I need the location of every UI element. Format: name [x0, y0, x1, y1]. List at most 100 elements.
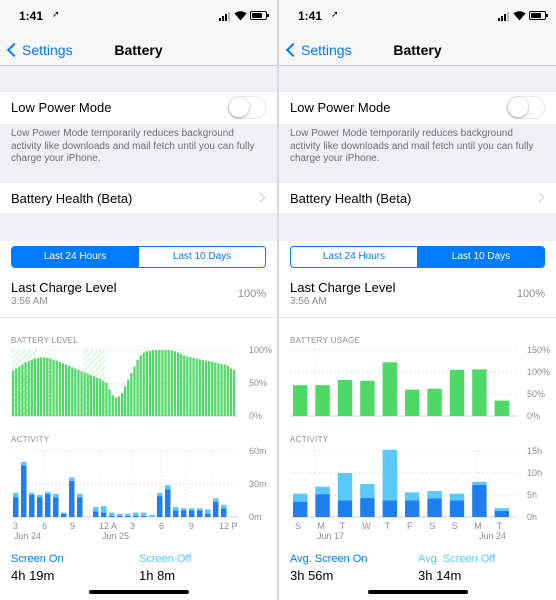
battery-level-bar: [195, 358, 198, 416]
battery-level-bar: [74, 368, 77, 416]
toggle-knob: [508, 97, 528, 117]
low-power-mode-toggle[interactable]: [507, 96, 545, 119]
battery-level-bar: [155, 350, 158, 416]
y-tick-label: 30m: [249, 479, 267, 489]
screen-off-bar: [213, 498, 219, 502]
chevron-right-icon: [534, 192, 545, 203]
screen-off-bar: [101, 506, 107, 513]
tab-last-24-hours[interactable]: Last 24 Hours: [291, 247, 417, 267]
low-power-mode-footnote: Low Power Mode temporarily reduces backg…: [290, 128, 534, 164]
screen-on-bar: [117, 515, 123, 517]
screen-on-bar: [69, 480, 75, 517]
screen-off-bar: [165, 485, 171, 490]
x-tick-label: W: [362, 521, 371, 531]
battery-level-bar: [127, 379, 130, 416]
battery-level-bar: [167, 350, 170, 416]
x-tick-label: 12 P: [219, 521, 238, 531]
battery-level-bar: [15, 368, 18, 416]
screen-off-bar: [69, 477, 75, 481]
battery-level-bar: [64, 364, 68, 416]
x-tick-label: 3: [13, 521, 18, 531]
screen-off-bar: [382, 449, 397, 501]
toggle-knob: [229, 97, 249, 117]
tab-last-24-hours[interactable]: Last 24 Hours: [12, 247, 138, 267]
screen-off-bar: [189, 508, 195, 511]
screen-on-label: Screen On: [11, 553, 64, 565]
battery-health-row[interactable]: Battery Health (Beta): [279, 183, 556, 213]
tab-last-10-days[interactable]: Last 10 Days: [138, 247, 265, 267]
battery-level-bar: [55, 360, 58, 416]
x-sublabel: Jun 17: [317, 531, 344, 541]
usage-panel: Last 24 Hours Last 10 Days Last Charge L…: [279, 241, 556, 600]
battery-level-bar: [58, 361, 61, 416]
battery-level-bar: [208, 361, 211, 416]
battery-level-bar: [21, 364, 24, 416]
battery-level-bar: [152, 350, 155, 416]
location-icon: ➚: [331, 9, 339, 19]
battery-level-bar: [77, 369, 80, 416]
screen-off-bar: [77, 493, 83, 498]
screen-on-bar: [360, 498, 375, 517]
x-tick-label: T: [385, 521, 391, 531]
screen-on-bar: [77, 497, 83, 517]
battery-level-bar: [204, 360, 208, 416]
battery-level-bar: [130, 373, 133, 416]
screen-off-bar: [405, 492, 420, 501]
battery-health-row[interactable]: Battery Health (Beta): [0, 183, 277, 213]
last-charge-value: 100%: [516, 288, 545, 300]
home-indicator[interactable]: [368, 590, 468, 594]
battery-level-bar: [229, 368, 233, 416]
y-tick-label: 60m: [249, 446, 267, 456]
avg-screen-off-label: Avg. Screen Off: [418, 553, 496, 565]
status-time: 1:41: [19, 9, 44, 23]
x-tick-label: M: [474, 521, 482, 531]
screen-on-bar: [205, 513, 211, 517]
screen-off-bar: [149, 514, 155, 517]
screen-off-bar: [93, 507, 99, 512]
battery-level-bar: [139, 355, 142, 416]
battery-usage-bar: [494, 400, 509, 416]
x-tick-label: M: [317, 521, 325, 531]
low-power-mode-footnote: Low Power Mode temporarily reduces backg…: [11, 128, 255, 164]
low-power-mode-toggle[interactable]: [228, 96, 266, 119]
battery-usage-chart: 150% 100% 50% 0%: [290, 345, 550, 421]
battery-level-bar: [124, 386, 127, 416]
battery-level-bar: [226, 365, 229, 416]
battery-level-bar: [211, 361, 214, 416]
battery-level-bar: [36, 357, 40, 416]
location-icon: ➚: [52, 9, 60, 19]
low-power-mode-label: Low Power Mode: [11, 100, 112, 115]
home-indicator[interactable]: [89, 590, 189, 594]
status-time: 1:41: [298, 9, 323, 23]
battery-level-bar: [80, 371, 83, 416]
screen-on-bar: [337, 500, 353, 517]
x-tick-label: 6: [159, 521, 164, 531]
battery-usage-bar: [293, 385, 308, 416]
y-tick-label: 100%: [527, 367, 550, 377]
battery-usage-bar: [427, 388, 442, 416]
battery-level-bar: [96, 377, 99, 416]
screen-off-bar: [29, 492, 35, 495]
battery-level-bar: [189, 357, 192, 416]
battery-health-label: Battery Health (Beta): [290, 191, 412, 206]
battery-level-bar: [186, 356, 189, 416]
screen-on-bar: [181, 510, 187, 517]
screen-on-bar: [293, 501, 308, 517]
tab-last-10-days[interactable]: Last 10 Days: [417, 247, 544, 267]
battery-level-bar: [217, 363, 220, 416]
battery-level-bar: [176, 352, 180, 416]
screen-on-bar: [405, 500, 420, 517]
last-charge-level-title: Last Charge Level: [290, 280, 396, 295]
battery-level-bar: [46, 357, 49, 416]
screen-on-bar: [472, 484, 487, 517]
battery-level-bar: [170, 350, 173, 416]
wifi-icon: [513, 11, 526, 21]
x-tick-label: T: [340, 521, 346, 531]
battery-level-bar: [142, 352, 145, 416]
signal-icon: [498, 12, 512, 21]
y-tick-label: 10h: [527, 468, 542, 478]
battery-level-bar: [102, 381, 105, 416]
battery-level-bar: [158, 350, 161, 416]
screen-on-bar: [13, 497, 19, 517]
battery-level-bar: [192, 357, 195, 416]
